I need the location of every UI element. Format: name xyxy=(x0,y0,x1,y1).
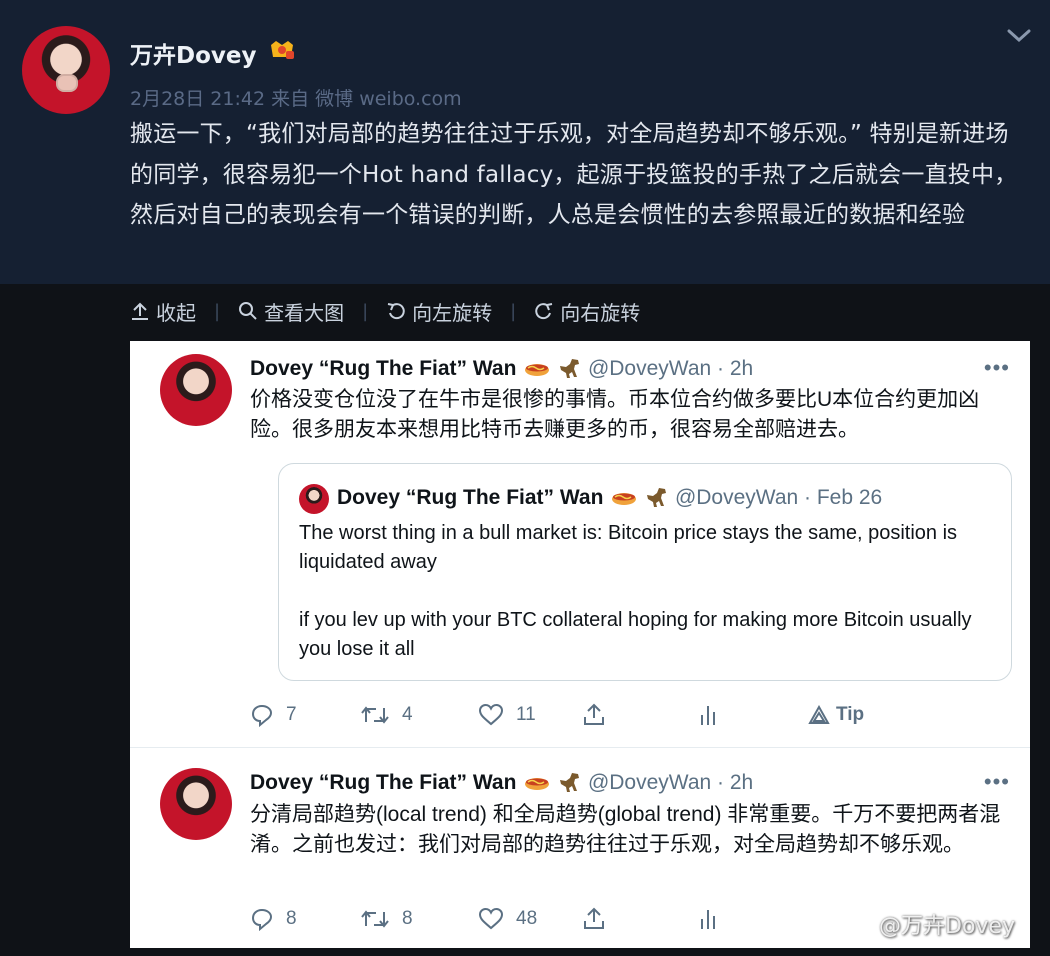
dinosaur-icon xyxy=(560,359,580,379)
collapse-icon xyxy=(132,302,148,320)
weibo-watermark: @万卉Dovey xyxy=(838,908,1015,940)
view-large-label: 查看大图 xyxy=(264,300,345,325)
quoted-tweet-avatar xyxy=(299,484,329,514)
retweet-icon xyxy=(361,910,389,928)
heart-icon xyxy=(478,703,504,726)
share-icon xyxy=(584,907,604,929)
tweet-display-name[interactable]: Dovey “Rug The Fiat” Wan xyxy=(250,357,516,380)
rotate-right-button[interactable]: 向右旋转 xyxy=(534,297,640,326)
retweet-icon xyxy=(361,706,389,724)
retweet-button[interactable]: 8 xyxy=(360,908,478,930)
analytics-icon xyxy=(701,910,715,929)
like-count: 48 xyxy=(516,908,538,929)
dinosaur-icon xyxy=(647,488,667,508)
post-source[interactable]: 来自 微博 weibo.com xyxy=(271,88,462,110)
quoted-handle-time: @DoveyWan · Feb 26 xyxy=(674,486,883,509)
search-icon xyxy=(239,302,257,320)
toolbar-divider: | xyxy=(362,300,369,322)
analytics-button[interactable] xyxy=(698,907,808,931)
like-button[interactable]: 11 xyxy=(478,703,582,727)
embedded-screenshot[interactable]: Dovey “Rug The Fiat” Wan @DoveyWan · 2h … xyxy=(130,341,1030,948)
collapse-label: 收起 xyxy=(156,300,196,325)
tip-button[interactable]: Tip xyxy=(808,704,864,726)
reply-count: 8 xyxy=(286,908,297,929)
tweet-text: 价格没变仓位没了在牛市是很惨的事情。币本位合约做多要比U本位合约更加凶险。很多朋… xyxy=(250,388,980,441)
tweet-handle-time[interactable]: @DoveyWan · 2h xyxy=(588,357,753,380)
image-toolbar: 收起 | 查看大图 | 向左旋转 | 向右旋转 xyxy=(130,294,640,328)
analytics-button[interactable] xyxy=(698,703,808,727)
hotdog-icon xyxy=(525,364,550,377)
tweet-actions: 7 4 11 Tip xyxy=(250,700,864,730)
post-timestamp[interactable]: 2月28日 21:42 xyxy=(130,88,265,110)
quoted-line-1: The worst thing in a bull market is: Bit… xyxy=(299,522,958,573)
reply-count: 7 xyxy=(286,704,297,725)
retweet-button[interactable]: 4 xyxy=(360,704,478,726)
weibo-logo-icon xyxy=(839,918,865,938)
hotdog-icon xyxy=(612,493,637,506)
hotdog-icon xyxy=(525,778,550,791)
dinosaur-icon xyxy=(560,773,580,793)
view-large-button[interactable]: 查看大图 xyxy=(238,297,344,326)
quoted-tweet[interactable]: Dovey “Rug The Fiat” Wan @DoveyWan · Feb… xyxy=(278,463,1012,681)
vip-badge-icon xyxy=(271,41,294,59)
tweet-avatar[interactable] xyxy=(160,768,232,840)
tweet-text: 分清局部趋势(local trend) 和全局趋势(global trend) … xyxy=(250,803,1001,856)
tip-icon xyxy=(808,705,830,724)
share-button[interactable] xyxy=(582,907,698,931)
quoted-tweet-text: The worst thing in a bull market is: Bit… xyxy=(299,519,999,664)
reply-button[interactable]: 8 xyxy=(250,907,360,931)
like-button[interactable]: 48 xyxy=(478,907,582,931)
tip-label: Tip xyxy=(836,704,865,725)
rotate-right-label: 向右旋转 xyxy=(560,300,641,325)
tweet-avatar[interactable] xyxy=(160,354,232,426)
rotate-left-button[interactable]: 向左旋转 xyxy=(386,297,492,326)
heart-icon xyxy=(478,907,504,930)
reply-icon xyxy=(251,908,273,931)
author-name[interactable]: 万卉Dovey xyxy=(130,36,256,70)
quoted-line-2: if you lev up with your BTC collateral h… xyxy=(299,609,972,660)
tweet-actions: 8 8 48 xyxy=(250,904,808,934)
chevron-down-icon[interactable] xyxy=(1004,26,1034,46)
watermark-text: @万卉Dovey xyxy=(879,914,1015,939)
like-count: 11 xyxy=(516,704,536,725)
rotate-right-icon xyxy=(535,303,553,320)
tweet-display-name[interactable]: Dovey “Rug The Fiat” Wan xyxy=(250,771,516,794)
retweet-count: 8 xyxy=(402,908,413,929)
tweet-handle-time[interactable]: @DoveyWan · 2h xyxy=(588,771,753,794)
retweet-count: 4 xyxy=(402,704,413,725)
toolbar-divider: | xyxy=(510,300,517,322)
quoted-display-name: Dovey “Rug The Fiat” Wan xyxy=(337,486,604,509)
analytics-icon xyxy=(701,706,715,725)
reply-button[interactable]: 7 xyxy=(250,703,360,727)
post-meta: 2月28日 21:42 来自 微博 weibo.com xyxy=(130,84,462,111)
post-text: 搬运一下，“我们对局部的趋势往往过于乐观，对全局趋势却不够乐观。” 特别是新进场… xyxy=(130,121,1018,228)
share-button[interactable] xyxy=(582,703,698,727)
weibo-post: 万卉Dovey 2月28日 21:42 来自 微博 weibo.com 搬运一下… xyxy=(0,0,1050,284)
tweet-header: Dovey “Rug The Fiat” Wan @DoveyWan · 2h xyxy=(250,771,753,795)
rotate-left-label: 向左旋转 xyxy=(412,300,493,325)
more-options-icon[interactable]: ••• xyxy=(984,355,1010,381)
quoted-tweet-header: Dovey “Rug The Fiat” Wan @DoveyWan · Feb… xyxy=(337,486,882,510)
collapse-button[interactable]: 收起 xyxy=(130,297,196,326)
share-icon xyxy=(584,703,604,725)
author-avatar[interactable] xyxy=(22,26,110,114)
tweet-1: Dovey “Rug The Fiat” Wan @DoveyWan · 2h … xyxy=(130,341,1030,747)
tweet-header: Dovey “Rug The Fiat” Wan @DoveyWan · 2h xyxy=(250,357,753,381)
toolbar-divider: | xyxy=(214,300,221,322)
rotate-left-icon xyxy=(387,303,405,320)
more-options-icon[interactable]: ••• xyxy=(984,769,1010,795)
reply-icon xyxy=(251,704,273,727)
